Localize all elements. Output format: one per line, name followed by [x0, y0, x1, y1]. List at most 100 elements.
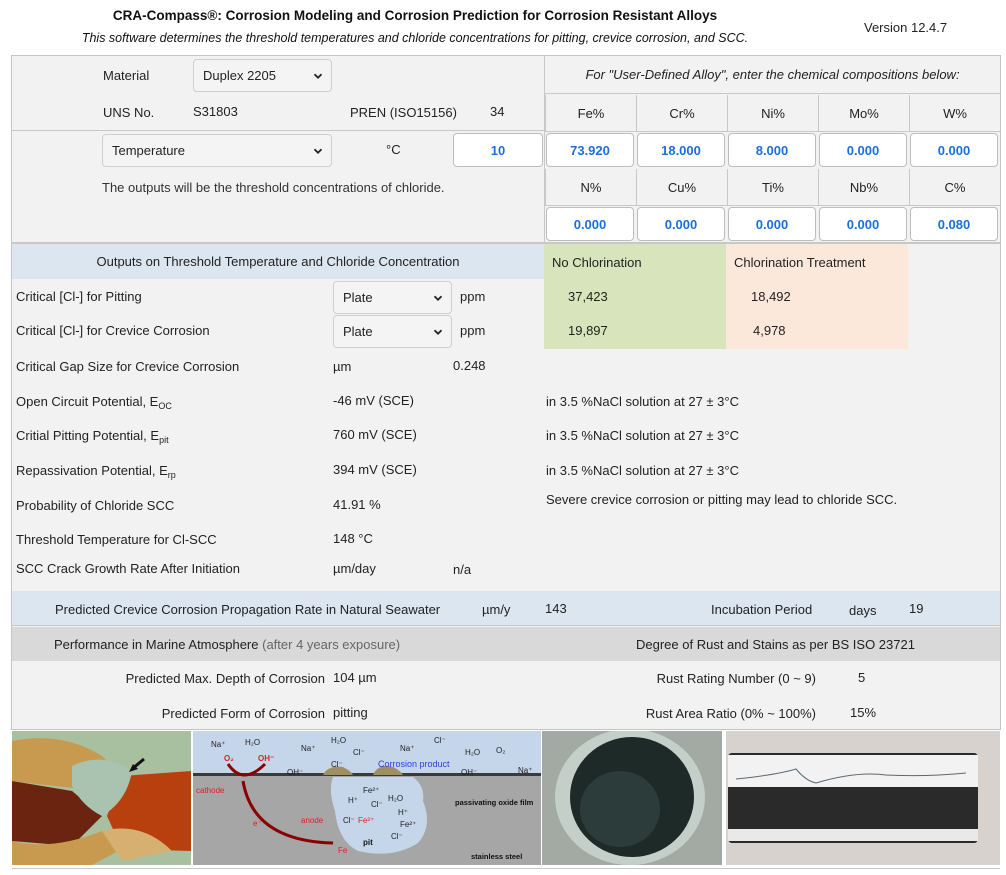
pitting-no-chlor-value: 37,423: [568, 289, 608, 304]
gap-label: Critical Gap Size for Crevice Corrosion: [16, 359, 240, 374]
crevice-geometry-select[interactable]: Plate: [333, 315, 452, 348]
diagram-o2: O₂: [224, 754, 234, 763]
diagram-pit-ion: H⁺: [348, 796, 358, 805]
depth-label: Predicted Max. Depth of Corrosion: [125, 671, 325, 686]
diagram-label: OH⁻: [287, 768, 303, 777]
cu-input[interactable]: 0.000: [637, 207, 725, 241]
fe-label: Fe%: [545, 95, 636, 132]
nb-label: Nb%: [818, 169, 909, 206]
diagram-fe2: Fe²⁺: [363, 786, 379, 795]
mode-select[interactable]: Temperature: [102, 134, 332, 167]
rust-area-label: Rust Area Ratio (0% ~ 100%): [645, 706, 816, 721]
diagram-corrosion-product: Corrosion product: [378, 759, 450, 769]
scc-growth-value: n/a: [453, 562, 472, 577]
mode-unit: °C: [386, 142, 401, 157]
diagram-pit-ion: Cl⁻: [343, 816, 355, 825]
uns-value: S31803: [193, 104, 238, 119]
pitting-label: Critical [Cl-] for Pitting: [16, 289, 142, 304]
mode-note: The outputs will be the threshold concen…: [102, 180, 445, 195]
eoc-subscript: OC: [158, 401, 172, 411]
pitting-geometry-select[interactable]: Plate: [333, 281, 452, 314]
rust-rating-label: Rust Rating Number (0 ~ 9): [656, 671, 816, 686]
scc-growth-unit: µm/day: [333, 561, 376, 576]
diagram-steel: stainless steel: [471, 852, 522, 861]
composition-row1-labels: Fe% Cr% Ni% Mo% W%: [545, 95, 1000, 132]
epit-subscript: pit: [159, 435, 169, 445]
scc-growth-label: SCC Crack Growth Rate After Initiation: [16, 561, 240, 576]
illustration-strip: Na⁺ H₂O Na⁺ H₂O Cl⁻ Cl⁻ Na⁺ Cl⁻ H₂O O₂ N…: [12, 731, 1000, 866]
weld-corrosion-photo: [12, 731, 191, 865]
rust-header: Degree of Rust and Stains as per BS ISO …: [636, 637, 915, 652]
pitting-unit: ppm: [460, 289, 486, 304]
diagram-label: Na⁺: [301, 744, 315, 753]
diagram-label: H₂O: [331, 736, 346, 745]
crevice-label: Critical [Cl-] for Crevice Corrosion: [16, 323, 210, 338]
mo-input[interactable]: 0.000: [819, 133, 907, 167]
diagram-pit-ion: Fe²⁺: [400, 820, 416, 829]
pitting-geometry-value: Plate: [343, 290, 373, 305]
diagram-label: H₂O: [245, 738, 260, 747]
outputs-header: Outputs on Threshold Temperature and Chl…: [12, 244, 544, 279]
temperature-input[interactable]: 10: [453, 133, 543, 167]
divider: [12, 868, 1000, 869]
diagram-oh: OH⁻: [258, 754, 274, 763]
w-input[interactable]: 0.000: [910, 133, 998, 167]
epit-label-text: Critial Pitting Potential, E: [16, 428, 160, 443]
scc-crack-photo: [726, 731, 1000, 865]
seawater-unit: µm/y: [482, 602, 511, 617]
erp-label-text: Repassivation Potential, E: [16, 463, 168, 478]
app-subtitle: This software determines the threshold t…: [81, 31, 749, 45]
material-select[interactable]: Duplex 2205: [193, 59, 332, 92]
marine-header-text: Performance in Marine Atmosphere: [54, 637, 259, 652]
diagram-anode: anode: [301, 816, 324, 825]
ti-input[interactable]: 0.000: [728, 207, 816, 241]
c-input[interactable]: 0.080: [910, 207, 998, 241]
cr-input[interactable]: 18.000: [637, 133, 725, 167]
diagram-fe2-red: Fe²⁺: [358, 816, 374, 825]
diagram-pit-ion: Cl⁻: [391, 832, 403, 841]
diagram-electron: e⁻: [253, 819, 262, 828]
scc-prob-label: Probability of Chloride SCC: [16, 498, 175, 513]
n-input[interactable]: 0.000: [546, 207, 634, 241]
diagram-pit: pit: [363, 838, 373, 847]
diagram-label: Na⁺: [211, 740, 225, 749]
rust-area-value: 15%: [850, 705, 877, 720]
ni-label: Ni%: [727, 95, 818, 132]
erp-note: in 3.5 %NaCl solution at 27 ± 3°C: [546, 463, 739, 478]
uns-label: UNS No.: [103, 105, 155, 120]
diagram-label: Cl⁻: [353, 748, 365, 757]
rust-rating-value: 5: [858, 670, 866, 685]
ti-label: Ti%: [727, 169, 818, 206]
eoc-label: Open Circuit Potential, EOC: [16, 394, 172, 411]
mo-label: Mo%: [818, 95, 909, 132]
chevron-down-icon: [313, 73, 323, 79]
pitting-mechanism-diagram: Na⁺ H₂O Na⁺ H₂O Cl⁻ Cl⁻ Na⁺ Cl⁻ H₂O O₂ N…: [193, 731, 541, 865]
incubation-value: 19: [909, 601, 924, 616]
material-label: Material: [103, 68, 150, 83]
diagram-film: passivating oxide film: [455, 798, 534, 807]
diagram-pit-ion: Cl⁻: [371, 800, 383, 809]
diagram-pit-ion: H⁺: [398, 808, 408, 817]
epit-value: 760 mV (SCE): [333, 427, 417, 442]
cr-label: Cr%: [636, 95, 727, 132]
erp-label: Repassivation Potential, Erp: [16, 463, 176, 480]
incubation-label: Incubation Period: [711, 602, 813, 617]
erp-subscript: rp: [167, 470, 176, 480]
scc-prob-note: Severe crevice corrosion or pitting may …: [546, 492, 898, 507]
chevron-down-icon: [313, 148, 323, 154]
nb-input[interactable]: 0.000: [819, 207, 907, 241]
form-label: Predicted Form of Corrosion: [161, 706, 325, 721]
diagram-label: Na⁺: [400, 744, 414, 753]
cu-label: Cu%: [636, 169, 727, 206]
no-chlorination-label: No Chlorination: [552, 255, 642, 270]
eoc-label-text: Open Circuit Potential, E: [16, 394, 159, 409]
diagram-label: Cl⁻: [434, 736, 446, 745]
ni-input[interactable]: 8.000: [728, 133, 816, 167]
epit-note: in 3.5 %NaCl solution at 27 ± 3°C: [546, 428, 739, 443]
version-label: Version 12.4.7: [864, 20, 948, 35]
fe-input[interactable]: 73.920: [546, 133, 634, 167]
marine-header: Performance in Marine Atmosphere (after …: [54, 637, 400, 652]
chevron-down-icon: [433, 329, 443, 335]
diagram-fe: Fe: [338, 846, 348, 855]
diagram-label: Cl⁻: [331, 760, 343, 769]
